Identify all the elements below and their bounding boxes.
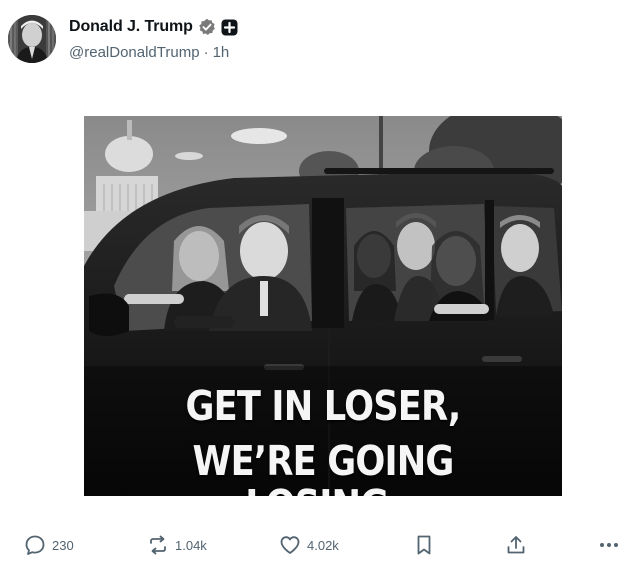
author-display-name[interactable]: Donald J. Trump: [69, 18, 193, 36]
more-options-button[interactable]: [598, 528, 620, 562]
author-handle[interactable]: @realDonaldTrump: [69, 44, 200, 61]
post-action-bar: 230 1.04k 4.02k: [0, 528, 638, 562]
share-icon: [505, 534, 527, 556]
plus-square-icon[interactable]: [221, 19, 238, 36]
verified-check-icon: [198, 18, 216, 36]
heart-icon: [279, 534, 301, 556]
repost-icon: [147, 534, 169, 556]
bookmark-icon: [414, 534, 434, 556]
like-button[interactable]: 4.02k: [279, 528, 339, 562]
image-caption-line-2: WE’RE GOING LOSING.: [192, 437, 455, 496]
share-button[interactable]: [505, 528, 527, 562]
author-name-row: Donald J. Trump: [69, 16, 238, 38]
more-dots-icon: [598, 534, 620, 556]
repost-count: 1.04k: [175, 537, 207, 553]
like-count: 4.02k: [307, 537, 339, 553]
reply-icon: [24, 534, 46, 556]
author-handle-row: @realDonaldTrump · 1h: [69, 44, 229, 61]
reply-button[interactable]: 230: [24, 528, 74, 562]
separator-dot: ·: [203, 44, 209, 61]
repost-button[interactable]: 1.04k: [147, 528, 207, 562]
bookmark-button[interactable]: [414, 528, 434, 562]
post-timestamp[interactable]: 1h: [213, 44, 230, 61]
post-card: Donald J. Trump @realDonaldTrump · 1h GE…: [0, 0, 638, 585]
reply-count: 230: [52, 537, 74, 553]
avatar[interactable]: [8, 15, 56, 63]
image-caption-line-1: GET IN LOSER,: [185, 382, 462, 430]
post-image[interactable]: GET IN LOSER, WE’RE GOING LOSING.: [84, 116, 562, 496]
